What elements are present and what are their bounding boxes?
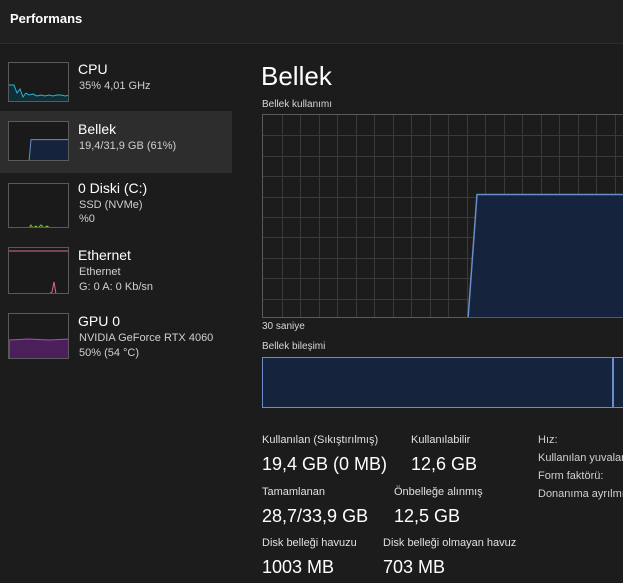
- sidebar-item-subtitle: 19,4/31,9 GB (61%): [79, 140, 177, 152]
- stat-nonpaged-pool-value: 703 MB: [383, 557, 446, 577]
- stat-in-use-value: 19,4 GB (0 MB): [262, 454, 388, 474]
- sidebar-item-ethernet[interactable]: Ethernet Ethernet G: 0 A: 0 Kb/sn: [0, 239, 232, 301]
- stat-paged-pool-value: 1003 MB: [262, 557, 335, 577]
- memory-panel: Bellek Bellek kullanımı 30 saniye Bellek…: [232, 45, 623, 583]
- sidebar-item-memory[interactable]: Bellek 19,4/31,9 GB (61%): [0, 111, 232, 173]
- stat-available-value: 12,6 GB: [411, 454, 478, 474]
- stat-cached-label: Önbelleğe alınmış: [394, 486, 483, 498]
- sidebar-item-detail: 50% (54 °C): [79, 347, 140, 359]
- sidebar-item-title: Bellek: [78, 121, 117, 137]
- stat-nonpaged-pool-label: Disk belleği olmayan havuz: [383, 537, 517, 549]
- sidebar-item-disk[interactable]: 0 Diski (C:) SSD (NVMe) %0: [0, 173, 232, 235]
- sidebar-item-gpu[interactable]: GPU 0 NVIDIA GeForce RTX 4060 50% (54 °C…: [0, 305, 232, 367]
- info-slots-label: Kullanılan yuvalar:: [538, 452, 623, 464]
- memory-usage-area: [467, 193, 623, 317]
- page-title: Bellek: [261, 61, 332, 91]
- sidebar-item-detail: G: 0 A: 0 Kb/sn: [79, 281, 153, 293]
- sidebar-item-subtitle: SSD (NVMe): [79, 199, 143, 211]
- stat-cached-value: 12,5 GB: [394, 506, 461, 526]
- stat-in-use-label: Kullanılan (Sıkıştırılmış): [262, 434, 379, 446]
- cpu-mini-graph: [8, 62, 69, 102]
- stat-committed-value: 28,7/33,9 GB: [262, 506, 369, 526]
- sidebar-item-subtitle: NVIDIA GeForce RTX 4060: [79, 332, 214, 344]
- sidebar-item-title: Ethernet: [78, 247, 131, 263]
- composition-divider: [612, 358, 614, 407]
- memory-composition-bar: [262, 357, 623, 408]
- sidebar-item-detail: %0: [79, 213, 95, 225]
- disk-mini-graph: [8, 183, 69, 228]
- sidebar-item-title: GPU 0: [78, 313, 121, 329]
- stat-available-label: Kullanılabilir: [411, 434, 471, 446]
- sidebar-item-title: 0 Diski (C:): [78, 180, 148, 196]
- sidebar: CPU 35% 4,01 GHz Bellek 19,4/31,9 GB (61…: [0, 45, 232, 583]
- memory-usage-label: Bellek kullanımı: [262, 99, 333, 110]
- memory-mini-graph: [8, 121, 69, 161]
- info-hardware-reserved-label: Donanıma ayrılmış:: [538, 488, 623, 500]
- info-form-factor-label: Form faktörü:: [538, 470, 604, 482]
- ethernet-mini-graph: [8, 247, 69, 294]
- memory-usage-graph: [262, 114, 623, 318]
- sidebar-item-subtitle: 35% 4,01 GHz: [79, 80, 151, 92]
- memory-composition-label: Bellek bileşimi: [262, 341, 326, 352]
- info-speed-label: Hız:: [538, 434, 558, 446]
- page-header-title: Performans: [10, 11, 83, 26]
- header: Performans: [0, 0, 623, 44]
- sidebar-item-title: CPU: [78, 61, 108, 77]
- gpu-mini-graph: [8, 313, 69, 359]
- sidebar-item-subtitle: Ethernet: [79, 266, 121, 278]
- time-span-label: 30 saniye: [262, 321, 305, 332]
- stat-paged-pool-label: Disk belleği havuzu: [262, 537, 357, 549]
- stat-committed-label: Tamamlanan: [262, 486, 325, 498]
- sidebar-item-cpu[interactable]: CPU 35% 4,01 GHz: [0, 50, 232, 112]
